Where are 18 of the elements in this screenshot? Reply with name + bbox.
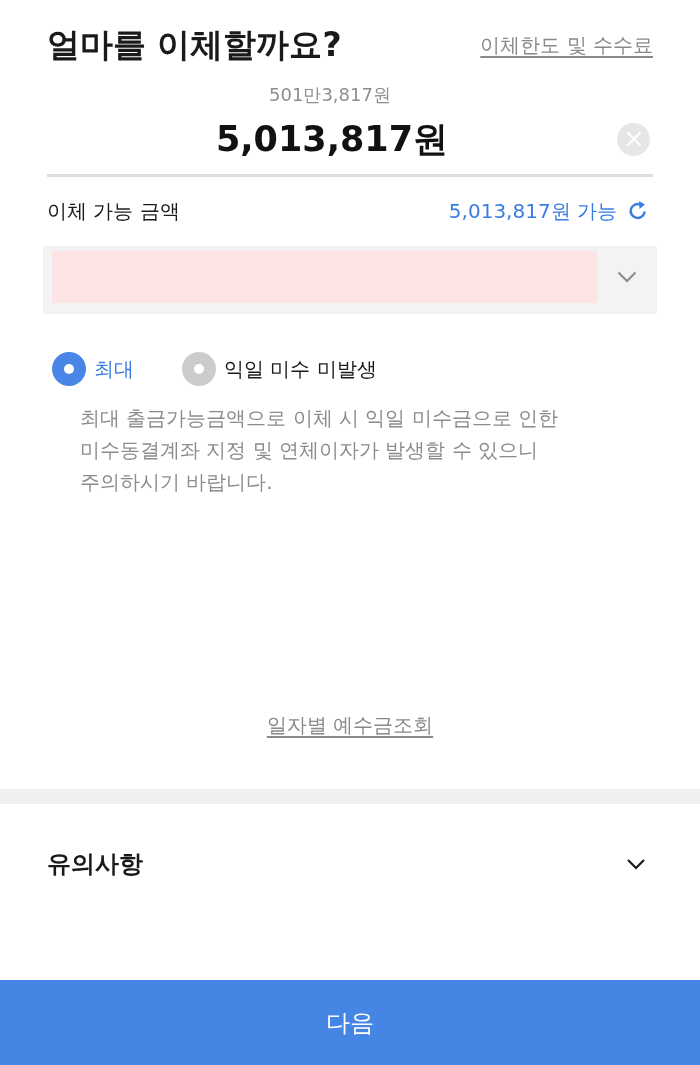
available-amount: 5,013,817원 가능 <box>448 197 617 225</box>
radio-icon[interactable] <box>52 352 86 386</box>
page-title: 얼마를 이체할까요? <box>47 25 342 65</box>
notice-text: 최대 출금가능금액으로 이체 시 익일 미수금으로 인한 미수동결계좌 지정 및 연체이자가 발생할 수 있으니 주의하시기 바랍니다. <box>80 405 560 496</box>
available-label: 이체 가능 금액 <box>47 197 180 225</box>
cautions-title[interactable]: 유의사항 <box>47 848 143 880</box>
radio-label[interactable]: 최대 <box>94 355 134 383</box>
next-button[interactable]: 다음 <box>0 980 700 1065</box>
amount-in-words: 501만3,817원 <box>268 83 392 107</box>
amount-value[interactable]: 5,013,817원 <box>215 117 449 161</box>
radio-label[interactable]: 익일 미수 미발생 <box>224 355 377 383</box>
limits-fees-link[interactable]: 이체한도 및 수수료 <box>480 31 653 59</box>
close-icon <box>625 131 642 147</box>
refresh-button[interactable] <box>627 200 649 222</box>
chevron-down-icon <box>617 271 637 283</box>
daily-deposit-link[interactable]: 일자별 예수금조회 <box>266 711 434 739</box>
refresh-icon <box>627 200 649 222</box>
radio-icon[interactable] <box>182 352 216 386</box>
